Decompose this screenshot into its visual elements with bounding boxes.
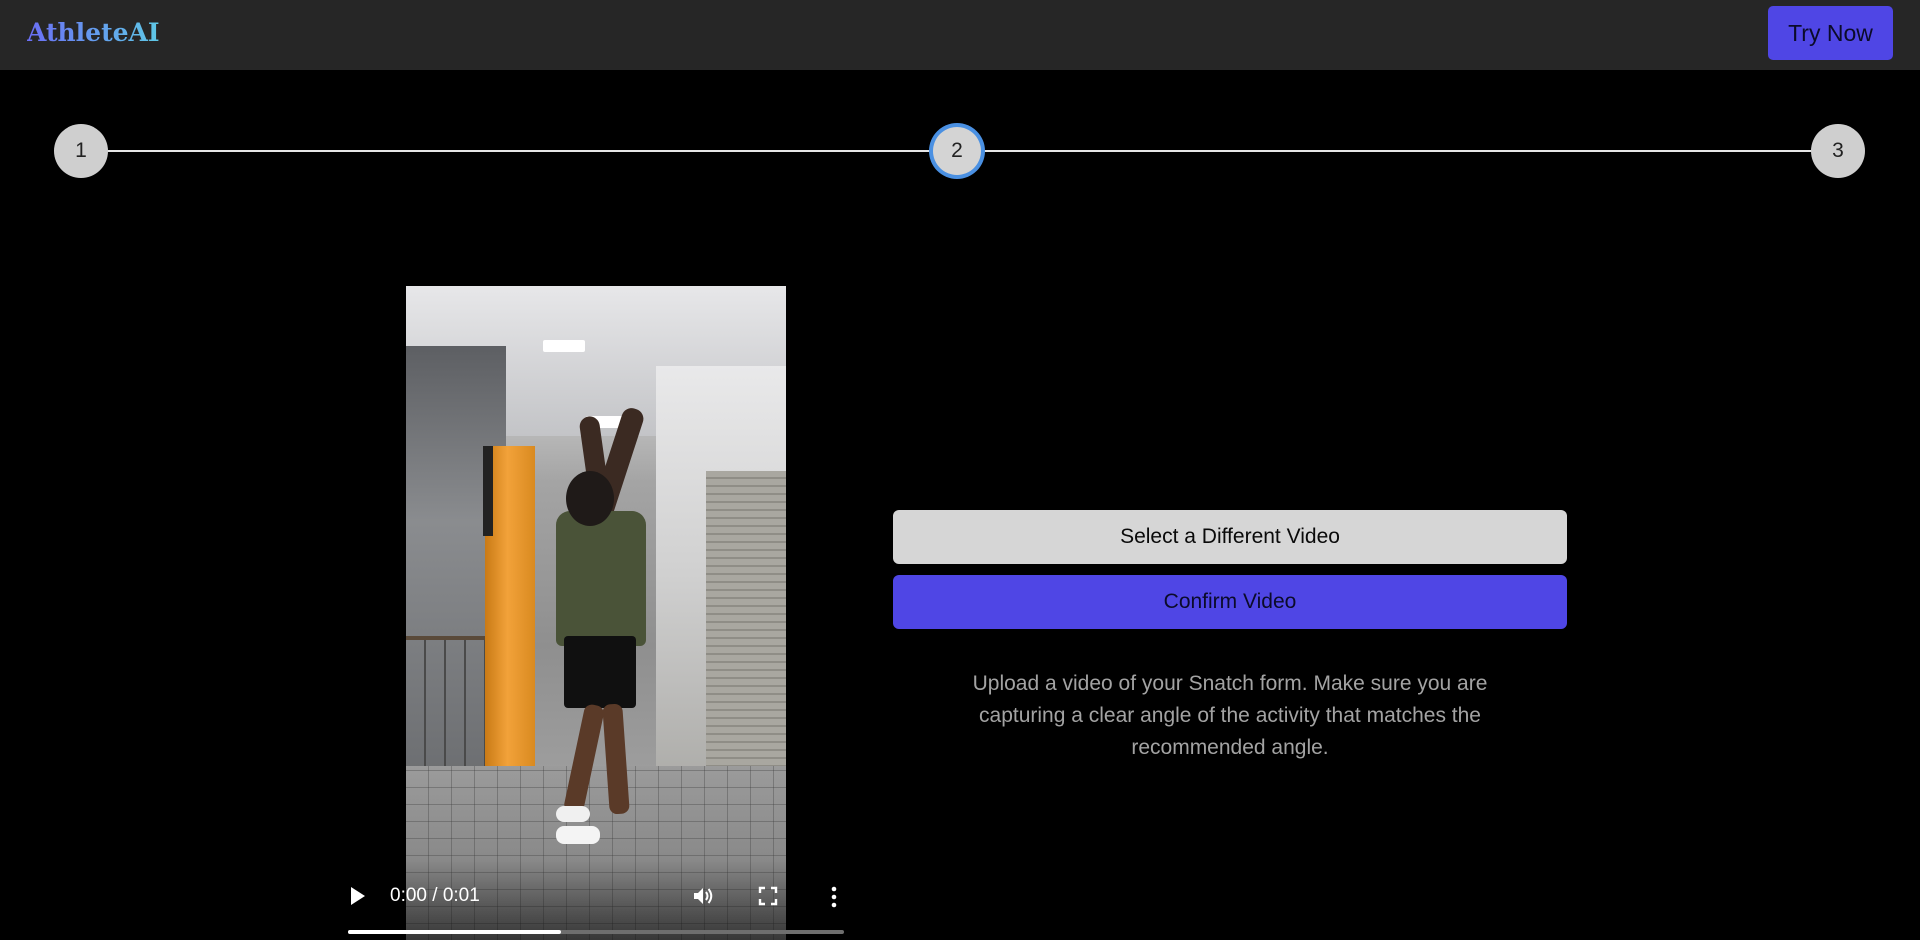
video-time-display: 0:00 / 0:01 [390, 885, 480, 906]
upload-instructions: Upload a video of your Snatch form. Make… [972, 672, 1488, 759]
step-1-indicator[interactable]: 1 [54, 124, 108, 178]
video-preview[interactable] [406, 286, 786, 940]
video-scene-sign [483, 446, 493, 536]
video-scene-stone-wall [706, 471, 786, 771]
video-progress-bar[interactable] [348, 930, 844, 934]
athlete-figure [556, 826, 600, 844]
video-progress-fill [348, 930, 562, 934]
step-3-indicator[interactable]: 3 [1811, 124, 1865, 178]
athlete-figure [556, 806, 590, 822]
try-now-button[interactable]: Try Now [1768, 6, 1893, 60]
play-icon[interactable] [351, 887, 365, 905]
top-navbar: AthleteAI Try Now [0, 0, 1920, 70]
athlete-figure [564, 636, 636, 708]
more-options-icon[interactable] [829, 885, 839, 909]
fullscreen-icon[interactable] [758, 886, 778, 906]
video-scene-light [543, 340, 585, 352]
select-different-video-button[interactable]: Select a Different Video [893, 510, 1567, 564]
athlete-figure [566, 471, 614, 526]
confirm-video-button[interactable]: Confirm Video [893, 575, 1567, 629]
athlete-figure [556, 511, 646, 646]
volume-icon[interactable] [691, 884, 715, 908]
brand-logo[interactable]: AthleteAI [27, 16, 160, 50]
step-2-indicator[interactable]: 2 [933, 127, 981, 175]
